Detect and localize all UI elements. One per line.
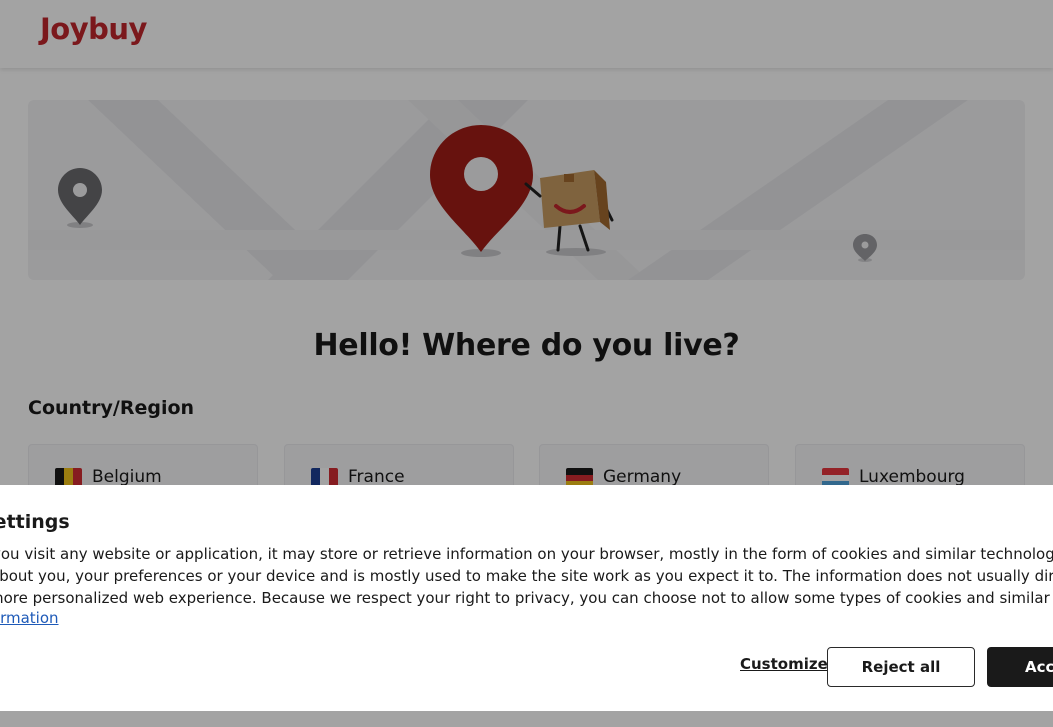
cookie-description-line: more personalized web experience. Becaus…: [0, 589, 1053, 607]
cookie-description: you visit any website or application, it…: [0, 543, 1053, 609]
reject-all-button[interactable]: Reject all: [827, 647, 975, 687]
cookie-description-line: about you, your preferences or your devi…: [0, 567, 1053, 585]
cookie-consent-banner: Settings you visit any website or applic…: [0, 485, 1053, 711]
customize-button[interactable]: Customize: [740, 655, 828, 673]
more-information-link[interactable]: More information: [0, 609, 59, 627]
cookie-description-line: you visit any website or application, it…: [0, 545, 1053, 563]
accept-all-button[interactable]: Accept all: [987, 647, 1053, 687]
cookie-settings-title: Settings: [0, 511, 70, 533]
